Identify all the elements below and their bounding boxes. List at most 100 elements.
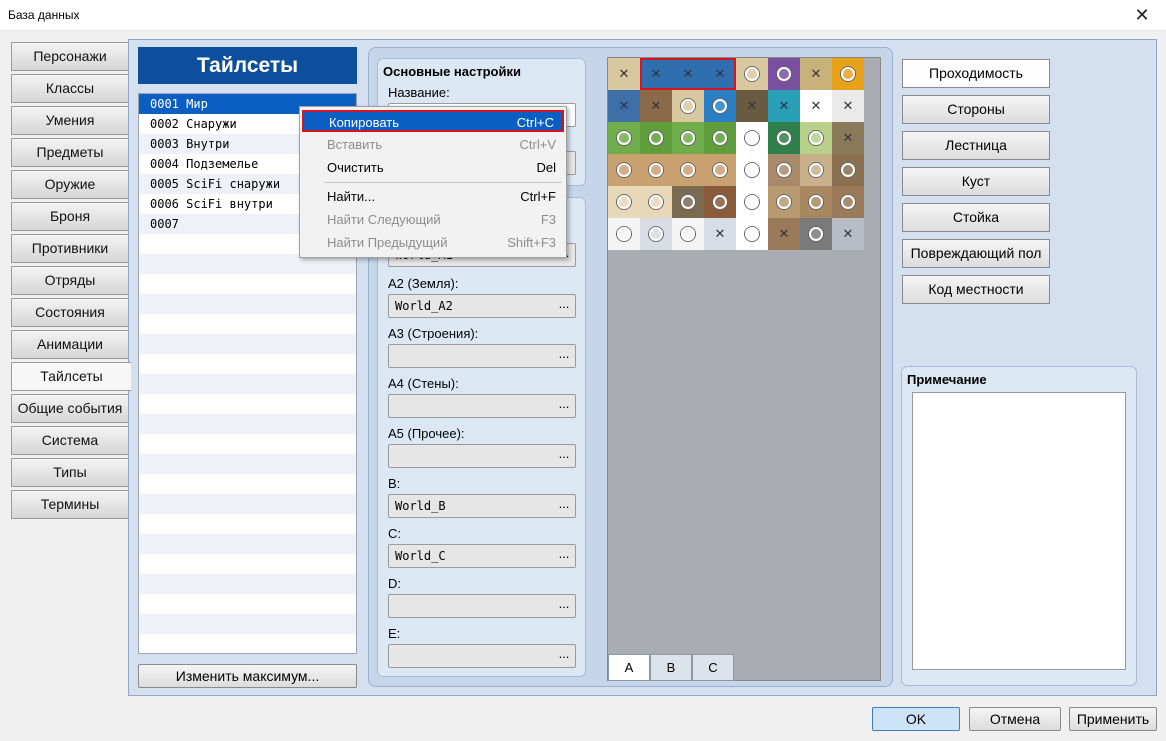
tile[interactable]: [736, 58, 768, 90]
list-item-empty[interactable]: [139, 334, 356, 354]
category-button[interactable]: Общие события: [11, 394, 129, 423]
browse-button[interactable]: ...: [553, 345, 575, 367]
tile[interactable]: [704, 154, 736, 186]
list-item-empty[interactable]: [139, 294, 356, 314]
tile[interactable]: [736, 186, 768, 218]
menu-item-find[interactable]: Найти... Ctrl+F: [302, 186, 564, 208]
category-button[interactable]: Броня: [11, 202, 129, 231]
tile[interactable]: [704, 186, 736, 218]
counter-button[interactable]: Стойка: [902, 203, 1050, 232]
tile[interactable]: [832, 58, 864, 90]
passability-button[interactable]: Проходимость: [902, 59, 1050, 88]
tile[interactable]: [608, 218, 640, 250]
d-field[interactable]: ...: [388, 594, 576, 618]
category-button[interactable]: Состояния: [11, 298, 129, 327]
tile[interactable]: [832, 186, 864, 218]
browse-button[interactable]: ...: [553, 545, 575, 567]
tile[interactable]: [768, 186, 800, 218]
tile[interactable]: [608, 186, 640, 218]
cancel-button[interactable]: Отмена: [969, 707, 1061, 731]
tile[interactable]: ✕: [800, 58, 832, 90]
bush-button[interactable]: Куст: [902, 167, 1050, 196]
damage-floor-button[interactable]: Повреждающий пол: [902, 239, 1050, 268]
list-item-empty[interactable]: [139, 374, 356, 394]
list-item-empty[interactable]: [139, 414, 356, 434]
apply-button[interactable]: Применить: [1069, 707, 1157, 731]
menu-item-find-next[interactable]: Найти Следующий F3: [302, 209, 564, 231]
tile[interactable]: ✕: [608, 58, 640, 90]
tile[interactable]: ✕: [768, 218, 800, 250]
category-button[interactable]: Предметы: [11, 138, 129, 167]
tab-b[interactable]: B: [650, 654, 692, 681]
ok-button[interactable]: OK: [872, 707, 960, 731]
list-item-empty[interactable]: [139, 574, 356, 594]
tab-a[interactable]: A: [608, 654, 650, 681]
menu-item-clear[interactable]: Очистить Del: [302, 157, 564, 179]
browse-button[interactable]: ...: [553, 595, 575, 617]
category-button[interactable]: Персонажи: [11, 42, 129, 71]
browse-button[interactable]: ...: [553, 395, 575, 417]
list-item-empty[interactable]: [139, 614, 356, 634]
tile[interactable]: [704, 90, 736, 122]
e-field[interactable]: ...: [388, 644, 576, 668]
tile[interactable]: [608, 154, 640, 186]
tile[interactable]: [736, 122, 768, 154]
tile[interactable]: ✕: [736, 90, 768, 122]
tile[interactable]: [736, 154, 768, 186]
a3-field[interactable]: ...: [388, 344, 576, 368]
tile[interactable]: [672, 122, 704, 154]
tile[interactable]: [640, 186, 672, 218]
category-button[interactable]: Термины: [11, 490, 129, 519]
browse-button[interactable]: ...: [553, 495, 575, 517]
list-item-empty[interactable]: [139, 274, 356, 294]
category-button[interactable]: Оружие: [11, 170, 129, 199]
tile[interactable]: ✕: [832, 122, 864, 154]
menu-item-copy[interactable]: Копировать Ctrl+C: [302, 110, 564, 132]
tile[interactable]: ✕: [832, 218, 864, 250]
tile[interactable]: [800, 122, 832, 154]
list-item-empty[interactable]: [139, 494, 356, 514]
tile[interactable]: [768, 122, 800, 154]
ladder-button[interactable]: Лестница: [902, 131, 1050, 160]
list-item-empty[interactable]: [139, 314, 356, 334]
tile[interactable]: [768, 58, 800, 90]
change-maximum-button[interactable]: Изменить максимум...: [138, 664, 357, 688]
b-field[interactable]: World_B...: [388, 494, 576, 518]
tile[interactable]: [672, 154, 704, 186]
tile[interactable]: [832, 154, 864, 186]
a4-field[interactable]: ...: [388, 394, 576, 418]
tile[interactable]: ✕: [768, 90, 800, 122]
menu-item-paste[interactable]: Вставить Ctrl+V: [302, 134, 564, 156]
list-item-empty[interactable]: [139, 434, 356, 454]
tile[interactable]: [672, 218, 704, 250]
tile[interactable]: ✕: [704, 218, 736, 250]
category-button[interactable]: Отряды: [11, 266, 129, 295]
tile[interactable]: [640, 122, 672, 154]
tile[interactable]: [640, 154, 672, 186]
directions-button[interactable]: Стороны: [902, 95, 1050, 124]
note-textarea[interactable]: [912, 392, 1126, 670]
tile[interactable]: [800, 186, 832, 218]
category-button-active[interactable]: Тайлсеты: [11, 362, 131, 391]
list-item-empty[interactable]: [139, 454, 356, 474]
category-button[interactable]: Умения: [11, 106, 129, 135]
close-icon[interactable]: ✕: [1130, 3, 1154, 27]
tile[interactable]: ✕: [640, 90, 672, 122]
tile[interactable]: [672, 186, 704, 218]
a5-field[interactable]: ...: [388, 444, 576, 468]
tile[interactable]: [800, 154, 832, 186]
list-item-empty[interactable]: [139, 514, 356, 534]
list-item-empty[interactable]: [139, 594, 356, 614]
browse-button[interactable]: ...: [553, 445, 575, 467]
menu-item-find-previous[interactable]: Найти Предыдущий Shift+F3: [302, 232, 564, 254]
c-field[interactable]: World_C...: [388, 544, 576, 568]
list-item-empty[interactable]: [139, 354, 356, 374]
list-item-empty[interactable]: [139, 534, 356, 554]
tile[interactable]: [640, 218, 672, 250]
tile[interactable]: [608, 122, 640, 154]
tile[interactable]: [704, 122, 736, 154]
list-item-empty[interactable]: [139, 394, 356, 414]
tile[interactable]: ✕: [608, 90, 640, 122]
tile[interactable]: [768, 154, 800, 186]
browse-button[interactable]: ...: [553, 295, 575, 317]
